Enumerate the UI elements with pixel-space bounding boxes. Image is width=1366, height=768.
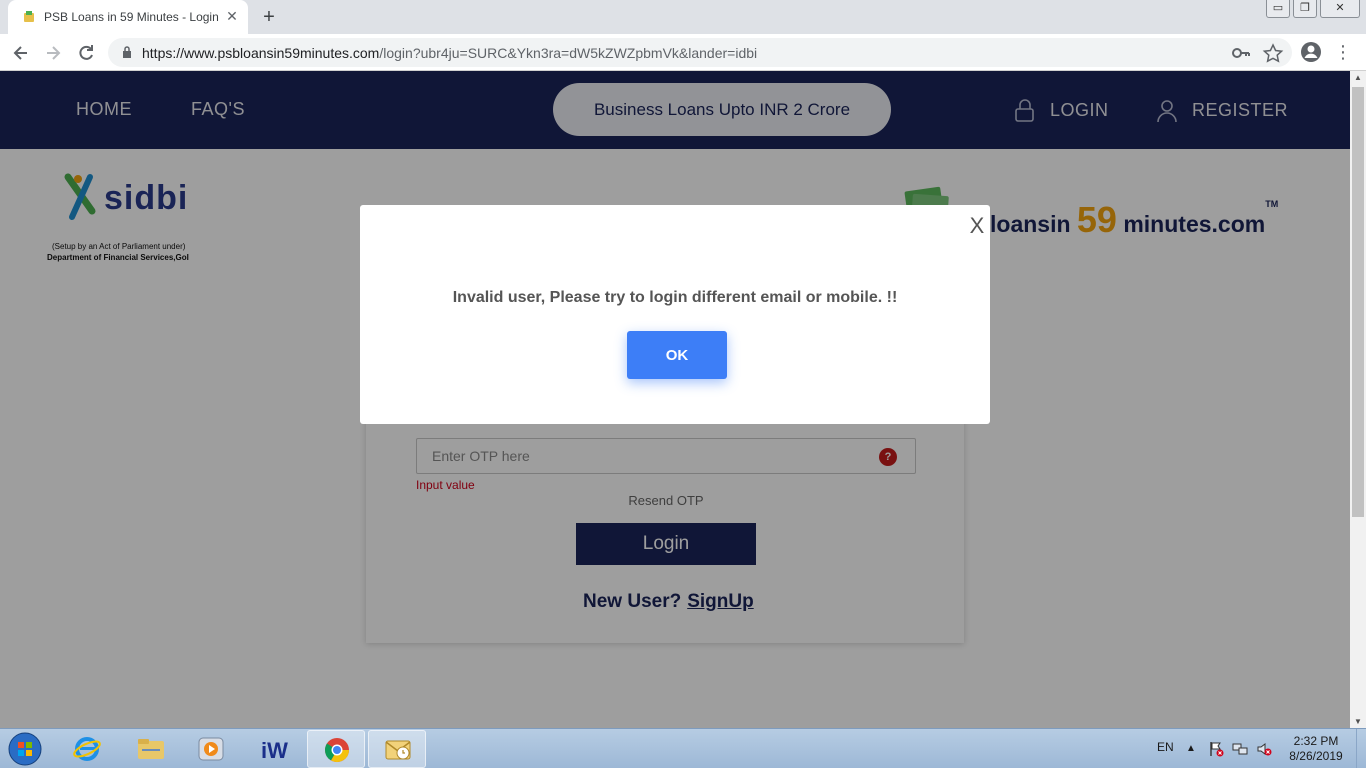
close-window-button[interactable]: ✕ <box>1320 0 1360 18</box>
show-desktop-button[interactable] <box>1356 729 1366 768</box>
taskbar-clock[interactable]: 2:32 PM 8/26/2019 <box>1284 734 1348 764</box>
taskbar-file-explorer[interactable] <box>122 730 180 768</box>
network-icon[interactable] <box>1232 741 1248 757</box>
clock-date: 8/26/2019 <box>1289 749 1343 763</box>
start-button-icon[interactable] <box>6 731 44 767</box>
media-player-icon <box>198 737 224 761</box>
browser-tab-strip: PSB Loans in 59 Minutes - Login ✕ + ▭ ❐ … <box>0 0 1366 34</box>
restore-button[interactable]: ❐ <box>1293 0 1317 18</box>
back-icon[interactable] <box>10 42 32 64</box>
tab-close-icon[interactable]: ✕ <box>224 8 240 24</box>
browser-menu-icon[interactable]: ⋮ <box>1334 40 1352 64</box>
iw-app-icon: iW <box>261 738 288 763</box>
taskbar-chrome[interactable] <box>307 730 365 768</box>
ok-button[interactable]: OK <box>627 331 727 379</box>
site-favicon-icon <box>24 11 34 22</box>
language-indicator[interactable]: EN <box>1157 740 1174 754</box>
url-text: https://www.psbloansin59minutes.com/logi… <box>142 45 758 61</box>
show-hidden-icons-icon[interactable]: ▲ <box>1186 741 1202 757</box>
window-controls: ▭ ❐ ✕ <box>1263 0 1360 18</box>
taskbar-internet-explorer[interactable] <box>58 730 116 768</box>
internet-explorer-icon <box>73 737 101 761</box>
browser-tab[interactable]: PSB Loans in 59 Minutes - Login ✕ <box>8 0 248 34</box>
taskbar-outlook[interactable] <box>368 730 426 768</box>
minimize-button[interactable]: ▭ <box>1266 0 1290 18</box>
bookmark-star-icon[interactable] <box>1262 43 1284 63</box>
new-tab-button[interactable]: + <box>258 6 280 28</box>
volume-muted-icon[interactable] <box>1256 741 1272 757</box>
chrome-icon <box>325 738 349 763</box>
svg-text:iW: iW <box>261 738 288 763</box>
action-center-flag-icon[interactable] <box>1208 741 1224 757</box>
scroll-thumb[interactable] <box>1352 87 1364 517</box>
dialog-close-button[interactable]: X <box>969 215 985 237</box>
dialog-message: Invalid user, Please try to login differ… <box>452 289 898 306</box>
address-bar[interactable]: https://www.psbloansin59minutes.com/logi… <box>108 38 1292 67</box>
taskbar-media-player[interactable] <box>182 730 240 768</box>
file-explorer-icon <box>138 739 164 759</box>
taskbar-iw-app[interactable]: iW <box>246 730 304 768</box>
forward-icon[interactable] <box>42 42 64 64</box>
scroll-down-arrow-icon[interactable]: ▼ <box>1354 717 1362 726</box>
scroll-up-arrow-icon[interactable]: ▲ <box>1354 73 1362 82</box>
windows-taskbar: iW EN ▲ 2:32 PM 8/26/2019 <box>0 728 1366 768</box>
error-dialog: X Invalid user, Please try to login diff… <box>360 205 990 424</box>
tab-title: PSB Loans in 59 Minutes - Login <box>44 10 219 24</box>
outlook-icon <box>385 740 411 760</box>
clock-time: 2:32 PM <box>1293 734 1339 748</box>
key-icon[interactable] <box>1230 43 1252 63</box>
lock-icon <box>123 46 131 58</box>
page-scrollbar[interactable]: ▲ ▼ <box>1350 71 1366 728</box>
page-viewport: HOME FAQ'S Business Loans Upto INR 2 Cro… <box>0 71 1350 728</box>
reload-icon[interactable] <box>75 42 97 64</box>
browser-toolbar: https://www.psbloansin59minutes.com/logi… <box>0 34 1366 71</box>
profile-avatar-icon[interactable] <box>1300 41 1322 63</box>
